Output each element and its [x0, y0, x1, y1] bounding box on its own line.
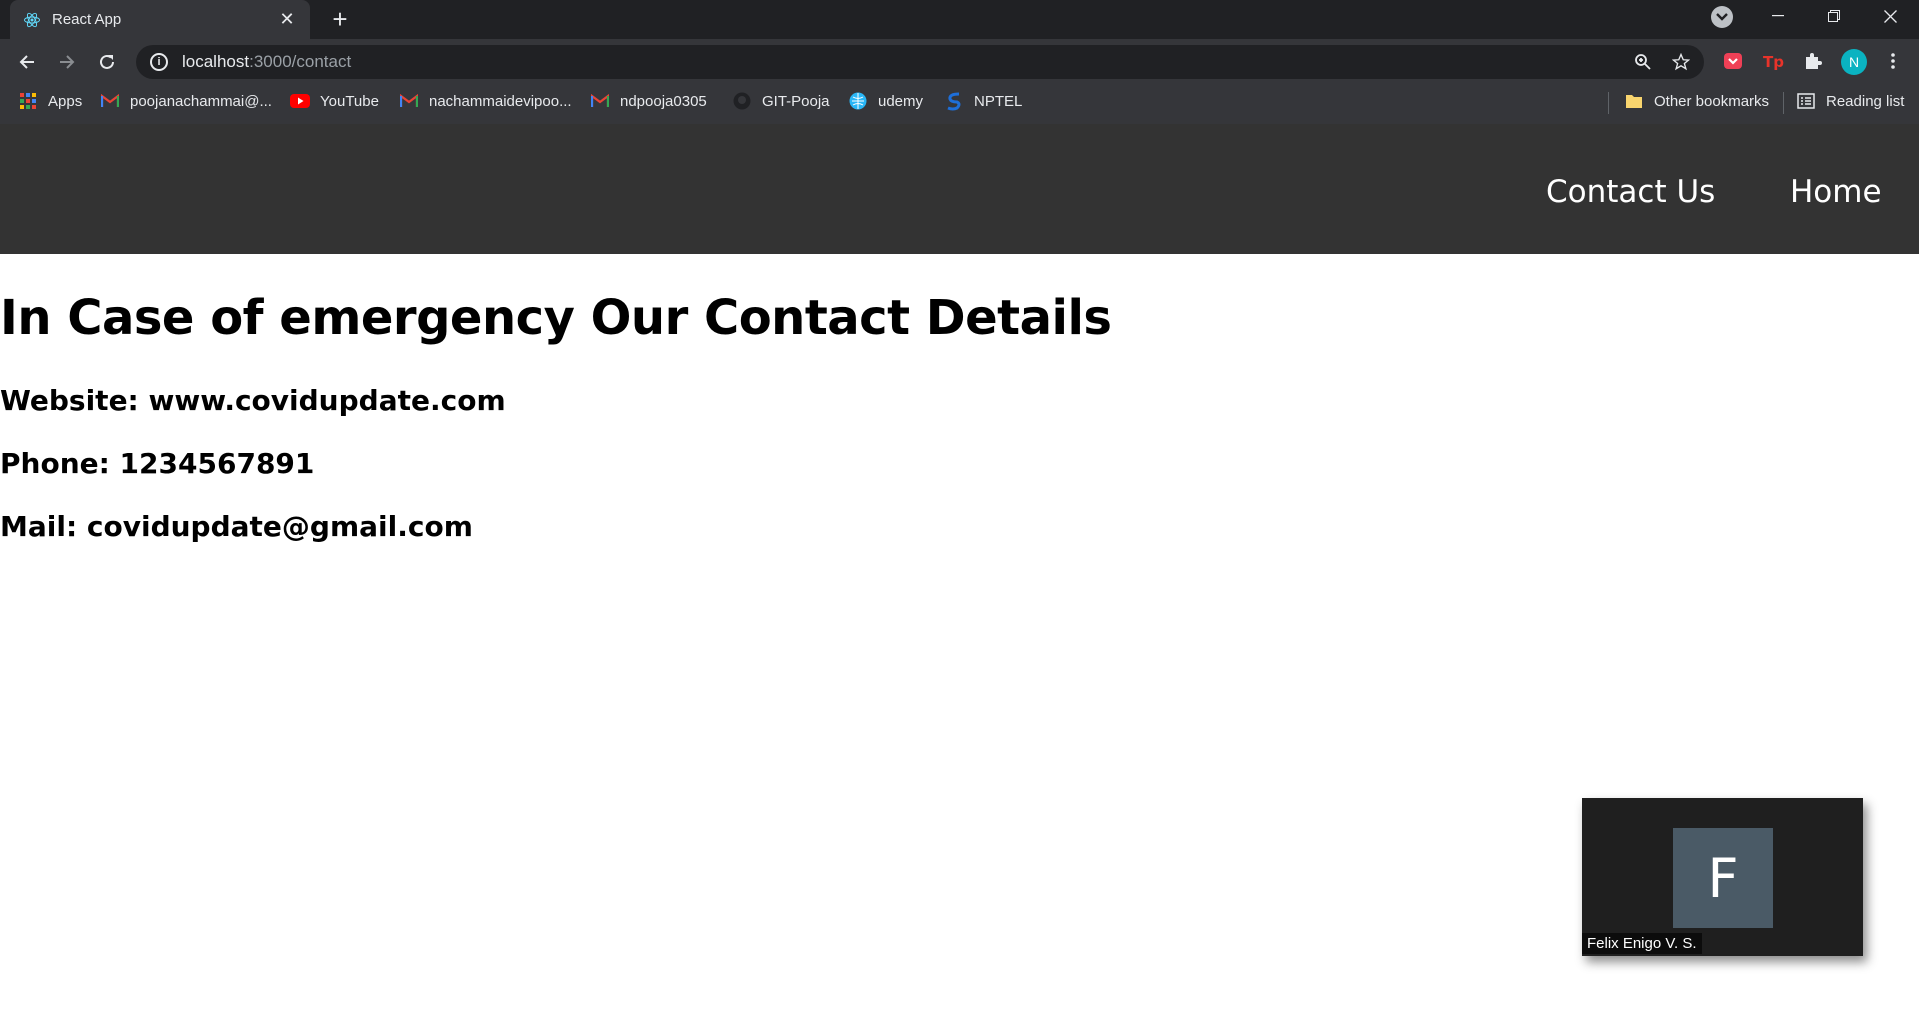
bookmark-label: NPTEL	[974, 92, 1023, 110]
bookmark-label: Reading list	[1826, 92, 1905, 110]
udemy-icon	[848, 91, 868, 111]
bookmarks-bar: Apps poojanachammai@... YouTube nachamma…	[0, 84, 1919, 118]
gmail-icon	[399, 91, 419, 111]
youtube-icon	[290, 91, 310, 111]
restore-icon[interactable]	[1814, 0, 1854, 32]
extensions-puzzle-icon[interactable]	[1799, 47, 1827, 75]
tab-title: React App	[52, 11, 122, 28]
bookmarks-divider	[1608, 92, 1609, 114]
contact-details-section: In Case of emergency Our Contact Details…	[0, 290, 1112, 543]
bookmark-nptel[interactable]: NPTEL	[944, 88, 1022, 114]
gmail-icon	[590, 91, 610, 111]
bookmark-gmail-1[interactable]: poojanachammai@...	[100, 88, 272, 114]
pocket-extension-icon[interactable]	[1719, 47, 1747, 75]
participant-name: Felix Enigo V. S.	[1582, 933, 1702, 954]
bookmark-youtube[interactable]: YouTube	[290, 88, 379, 114]
tab-search-icon[interactable]	[1711, 6, 1733, 28]
browser-chrome: React App ✕ + i localhost:3000/contact	[0, 0, 1919, 124]
minimize-icon[interactable]	[1758, 0, 1798, 32]
bookmarks-divider	[1783, 92, 1784, 114]
nptel-icon	[944, 91, 964, 111]
bookmark-udemy[interactable]: udemy	[848, 88, 923, 114]
gmail-icon	[100, 91, 120, 111]
page-title: In Case of emergency Our Contact Details	[0, 290, 1112, 346]
bookmark-gmail-2[interactable]: nachammaidevipoo...	[399, 88, 572, 114]
close-window-icon[interactable]	[1870, 0, 1910, 32]
tab-strip: React App ✕ +	[0, 0, 1919, 39]
bookmark-label: Apps	[48, 92, 83, 110]
react-icon	[22, 10, 42, 30]
bookmark-label: ndpooja0305	[620, 92, 707, 110]
tp-extension-icon[interactable]: Tp	[1759, 47, 1787, 75]
folder-icon	[1624, 91, 1644, 111]
phone-detail: Phone: 1234567891	[0, 447, 315, 480]
bookmark-label: GIT-Pooja	[762, 92, 830, 110]
profile-avatar[interactable]: N	[1841, 49, 1867, 75]
bookmark-label: Other bookmarks	[1654, 92, 1770, 110]
bookmark-github[interactable]: GIT-Pooja	[732, 88, 830, 114]
tab-react-app[interactable]: React App ✕	[10, 0, 310, 39]
video-call-overlay[interactable]: F Felix Enigo V. S.	[1582, 798, 1863, 956]
bookmark-label: udemy	[878, 92, 924, 110]
participant-avatar: F	[1673, 828, 1773, 928]
bookmark-label: nachammaidevipoo...	[429, 92, 572, 110]
bookmark-apps[interactable]: Apps	[18, 88, 82, 114]
back-icon[interactable]	[13, 48, 41, 76]
apps-grid-icon	[18, 91, 38, 111]
other-bookmarks-folder[interactable]: Other bookmarks	[1624, 88, 1769, 114]
tab-close-icon[interactable]: ✕	[276, 9, 298, 30]
bookmark-gmail-3[interactable]: ndpooja0305	[590, 88, 707, 114]
github-icon	[732, 91, 752, 111]
mail-detail: Mail: covidupdate@gmail.com	[0, 510, 473, 543]
new-tab-button[interactable]: +	[325, 4, 355, 34]
url-host: localhost	[182, 52, 250, 71]
nav-contact-us[interactable]: Contact Us	[1546, 174, 1715, 210]
bookmark-label: poojanachammai@...	[130, 92, 272, 110]
bookmark-label: YouTube	[320, 92, 379, 110]
address-bar[interactable]: i localhost:3000/contact	[136, 45, 1704, 79]
reading-list-icon	[1796, 91, 1816, 111]
site-navbar: Contact Us Home	[0, 124, 1919, 254]
website-detail: Website: www.covidupdate.com	[0, 384, 506, 417]
site-info-icon[interactable]: i	[150, 53, 168, 71]
zoom-icon[interactable]	[1630, 49, 1656, 75]
menu-kebab-icon[interactable]	[1879, 47, 1907, 75]
url-path: :3000/contact	[249, 52, 352, 71]
svg-text:Tp: Tp	[1763, 53, 1784, 71]
nav-home[interactable]: Home	[1790, 174, 1882, 210]
forward-icon[interactable]	[53, 48, 81, 76]
reload-icon[interactable]	[93, 48, 121, 76]
bookmark-star-icon[interactable]	[1668, 49, 1694, 75]
reading-list-button[interactable]: Reading list	[1796, 88, 1904, 114]
